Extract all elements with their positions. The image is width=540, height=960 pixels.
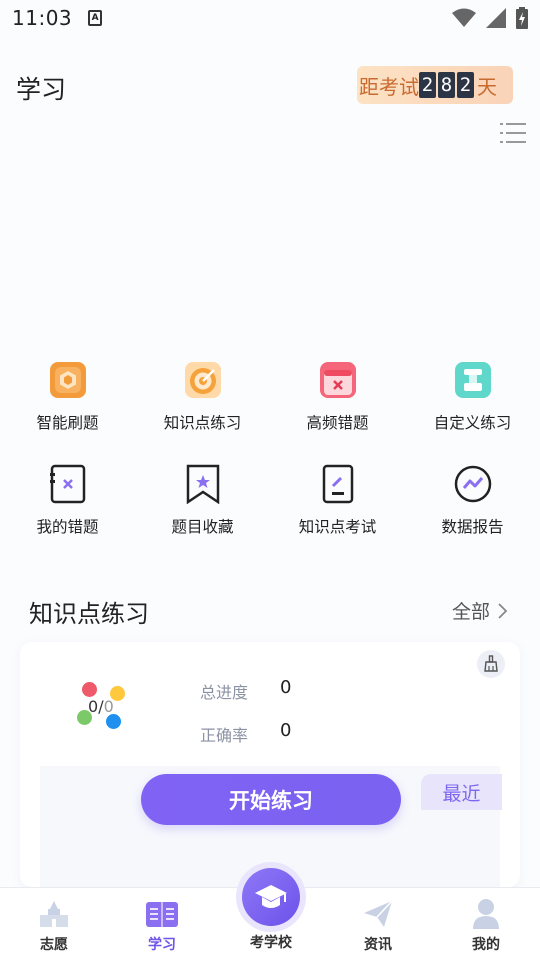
grid-label: 我的错题 [36,518,99,536]
school-building-icon [36,896,72,932]
dot-blue [106,714,121,729]
target-icon [181,358,225,402]
broom-icon [484,655,498,672]
dot-red [82,682,97,697]
page-title: 学习 [16,75,67,104]
grid-item-smart-practice[interactable]: 智能刷题 [0,352,135,456]
tab-mine[interactable]: 我的 [432,888,540,960]
user-icon [468,896,504,932]
grid-item-custom-practice[interactable]: 自定义练习 [405,352,540,456]
tab-label: 学习 [148,937,176,953]
countdown-digit: 2 [419,72,436,98]
countdown-suffix: 天 [477,74,497,99]
accuracy-value: 0 [280,720,292,741]
custom-practice-icon [451,358,495,402]
tab-label: 考学校 [250,935,292,951]
grid-item-knowledge-exam[interactable]: 知识点考试 [270,456,405,560]
status-icons [452,7,528,29]
view-all-link[interactable]: 全部 [452,597,510,624]
progress-value: 0 [280,677,292,698]
countdown-digit: 2 [457,72,474,98]
smart-practice-icon [46,358,90,402]
wrong-notebook-icon [46,462,90,506]
exam-countdown-badge: 距考试 2 8 2 天 [357,66,513,104]
progress-label: 总进度 [200,683,249,702]
chevron-right-icon [498,602,508,619]
battery-icon [516,7,528,29]
feature-grid: 智能刷题 知识点练习 高频错题 自定义练习 我的错题 题目收藏 知识点考试 数据… [0,352,540,560]
clear-records-button[interactable] [477,650,505,678]
start-practice-button[interactable]: 开始练习 [141,774,401,825]
open-book-icon [144,896,180,932]
grid-label: 数据报告 [441,518,504,536]
status-time: 11:03 [12,6,73,30]
tab-label: 资讯 [364,937,392,953]
grid-item-knowledge-practice[interactable]: 知识点练习 [135,352,270,456]
tab-exam-school[interactable] [236,862,306,932]
accuracy-label: 正确率 [200,726,249,745]
graduation-cap-icon [242,868,300,926]
page-header: 学习 距考试 2 8 2 天 [0,60,540,110]
countdown-prefix: 距考试 [359,74,419,99]
paper-plane-icon [360,896,396,932]
tab-label: 志愿 [40,937,68,953]
notification-icon: A [88,10,103,26]
list-menu-icon[interactable] [500,120,528,146]
ratio-done: 0 [88,697,99,716]
ratio-total: 0 [103,697,114,716]
knowledge-practice-section-header: 知识点练习 全部 [0,588,540,632]
tab-volunteer[interactable]: 志愿 [0,888,108,960]
section-title: 知识点练习 [29,600,149,628]
grid-label: 自定义练习 [433,414,512,432]
tab-study[interactable]: 学习 [108,888,216,960]
bookmark-star-icon [181,462,225,506]
tab-label: 我的 [472,937,500,953]
report-chart-icon [451,462,495,506]
grid-label: 智能刷题 [36,414,99,432]
status-bar: 11:03 A [0,0,540,36]
countdown-digit: 8 [438,72,455,98]
grid-item-bookmarks[interactable]: 题目收藏 [135,456,270,560]
grid-item-data-report[interactable]: 数据报告 [405,456,540,560]
signal-icon [486,8,506,28]
grid-label: 高频错题 [306,414,369,432]
grid-label: 知识点考试 [298,518,377,536]
grid-item-my-errors[interactable]: 我的错题 [0,456,135,560]
wifi-icon [452,8,476,27]
view-all-label: 全部 [451,601,490,623]
grid-label: 知识点练习 [163,414,242,432]
grid-label: 题目收藏 [171,518,234,536]
progress-ratio: 0/0 [88,697,114,716]
tab-news[interactable]: 资讯 [324,888,432,960]
grid-item-high-freq-errors[interactable]: 高频错题 [270,352,405,456]
recent-button[interactable]: 最近 [421,774,502,810]
calendar-error-icon [316,358,360,402]
exam-paper-icon [316,462,360,506]
practice-card: 0/0 总进度 0 正确率 0 开始练习 最近 [20,642,520,887]
